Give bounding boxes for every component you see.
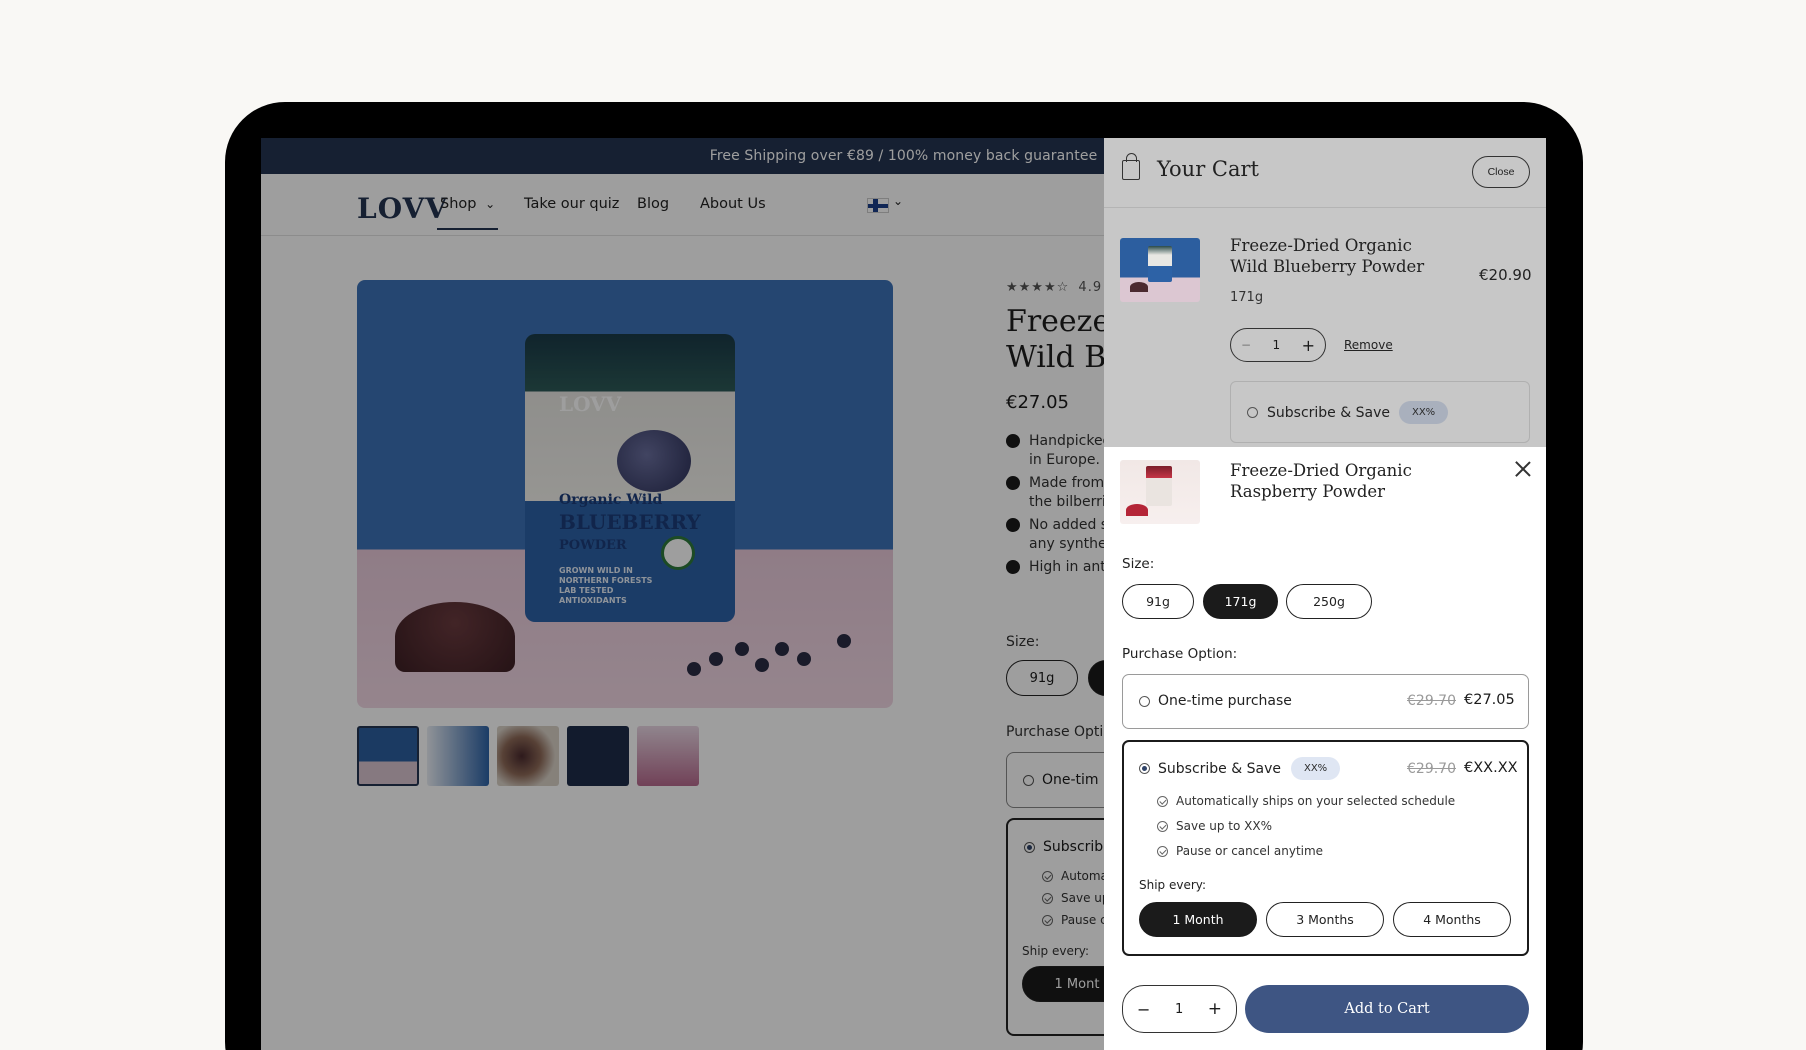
- quantity-stepper: − 1 +: [1122, 985, 1237, 1033]
- size-option-171g[interactable]: 171g: [1203, 584, 1278, 619]
- product-option-image: [1120, 460, 1200, 524]
- radio-icon: [1247, 407, 1258, 418]
- plus-icon[interactable]: +: [1208, 999, 1222, 1019]
- subscribe-benefit: Automatically ships on your selected sch…: [1157, 794, 1455, 808]
- radio-icon: [1139, 695, 1150, 707]
- cart-item-image[interactable]: [1120, 238, 1200, 302]
- ship-every-label: Ship every:: [1139, 878, 1207, 892]
- size-option-250g[interactable]: 250g: [1286, 584, 1372, 619]
- interval-option-4-months[interactable]: 4 Months: [1393, 902, 1511, 937]
- shopping-bag-icon: [1122, 153, 1140, 180]
- close-cart-button[interactable]: Close: [1472, 156, 1530, 188]
- subscribe-save-option[interactable]: Subscribe & Save XX% €29.70 €XX.XX Autom…: [1122, 740, 1529, 956]
- subscribe-price: €XX.XX: [1464, 760, 1518, 776]
- cart-drawer: Your Cart Close Freeze-Dried Organic Wil…: [1104, 138, 1546, 1050]
- one-time-price: €27.05: [1464, 692, 1515, 708]
- minus-icon[interactable]: −: [1241, 338, 1251, 352]
- purchase-option-label: Purchase Option:: [1122, 646, 1238, 662]
- benefit-text: Automatically ships on your selected sch…: [1176, 794, 1456, 808]
- discount-badge: XX%: [1290, 757, 1341, 780]
- one-time-label: One-time purchase: [1158, 693, 1292, 709]
- subscribe-benefit: Pause or cancel anytime: [1157, 844, 1323, 858]
- cart-item-size: 171g: [1230, 290, 1264, 305]
- cart-title: Your Cart: [1157, 157, 1259, 181]
- minus-icon[interactable]: −: [1137, 1000, 1150, 1019]
- subscribe-label: Subscribe & Save: [1267, 404, 1390, 421]
- browser-screen: Free Shipping over €89 / 100% money back…: [261, 138, 1546, 1050]
- subscribe-old-price: €29.70: [1407, 761, 1456, 777]
- check-icon: [1157, 845, 1168, 857]
- cart-item-quantity-stepper: − 1 +: [1230, 328, 1326, 362]
- subscribe-label: Subscribe & Save: [1158, 760, 1281, 777]
- subscribe-benefit: Save up to XX%: [1157, 819, 1272, 833]
- cart-item-price: €20.90: [1479, 266, 1532, 284]
- discount-badge: XX%: [1398, 401, 1449, 424]
- product-option-name: Freeze-Dried Organic Raspberry Powder: [1230, 461, 1412, 501]
- interval-option-3-months[interactable]: 3 Months: [1266, 902, 1384, 937]
- interval-option-1-month[interactable]: 1 Month: [1139, 902, 1257, 937]
- cart-item-name[interactable]: Freeze-Dried Organic Wild Blueberry Powd…: [1230, 235, 1440, 277]
- one-time-purchase-option[interactable]: One-time purchase €29.70 €27.05: [1122, 674, 1529, 729]
- one-time-row: One-time purchase: [1139, 693, 1292, 709]
- benefit-text: Save up to XX%: [1176, 819, 1273, 833]
- cart-top-dimmed: Your Cart Close Freeze-Dried Organic Wil…: [1104, 138, 1546, 447]
- remove-item-link[interactable]: Remove: [1344, 338, 1393, 352]
- check-icon: [1157, 820, 1168, 832]
- subscribe-row: Subscribe & Save XX%: [1139, 757, 1341, 780]
- quantity-value[interactable]: 1: [1175, 1002, 1183, 1017]
- quantity-value[interactable]: 1: [1273, 338, 1281, 352]
- size-label: Size:: [1122, 556, 1155, 572]
- radio-selected-icon: [1139, 763, 1150, 774]
- add-to-cart-button[interactable]: Add to Cart: [1245, 985, 1529, 1033]
- size-option-91g[interactable]: 91g: [1122, 584, 1194, 619]
- cart-item-subscribe-option[interactable]: Subscribe & Save XX%: [1230, 381, 1530, 443]
- benefit-text: Pause or cancel anytime: [1176, 844, 1324, 858]
- one-time-old-price: €29.70: [1407, 693, 1456, 709]
- cart-header: Your Cart Close: [1104, 138, 1546, 208]
- plus-icon[interactable]: +: [1302, 336, 1315, 355]
- check-icon: [1157, 795, 1168, 807]
- close-icon[interactable]: [1514, 460, 1532, 478]
